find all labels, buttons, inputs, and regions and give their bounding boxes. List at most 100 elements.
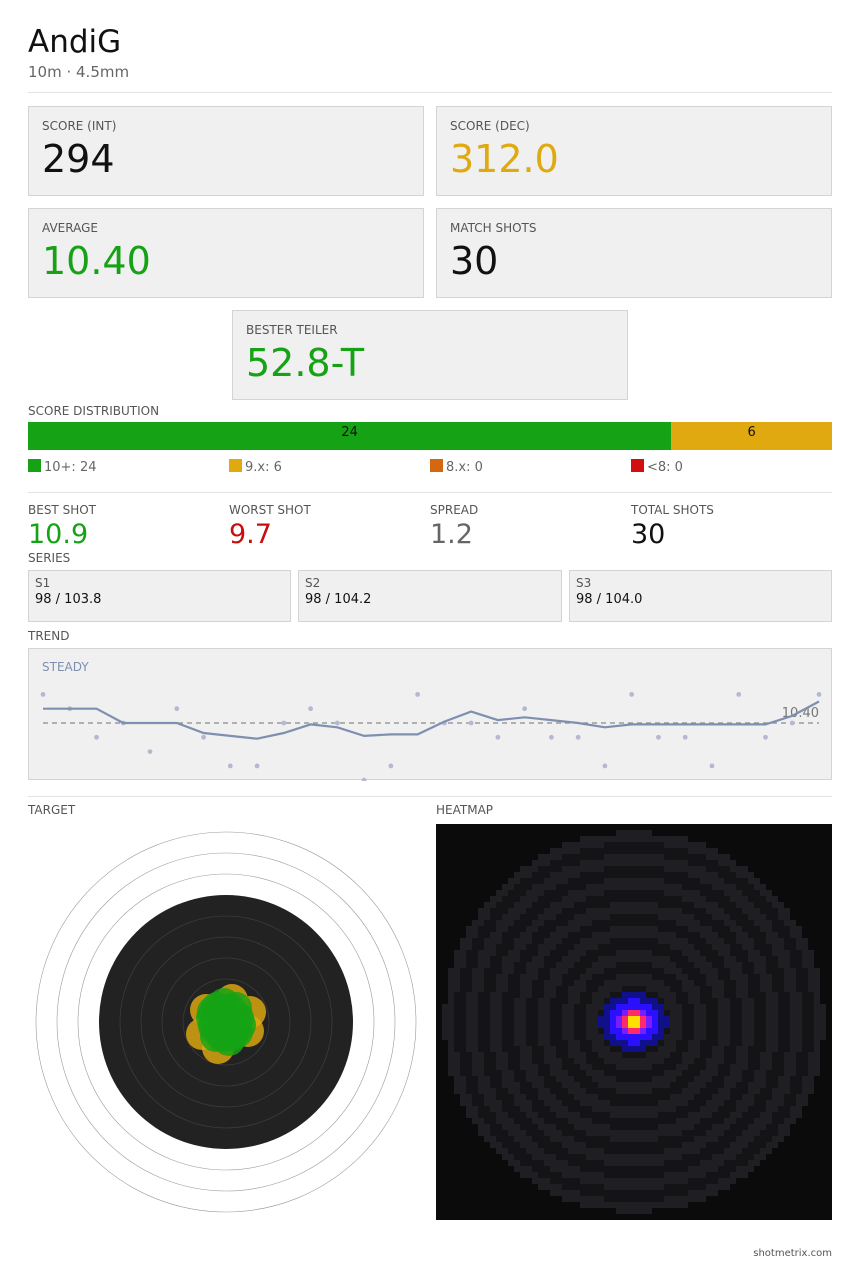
heatmap-cell [766, 956, 772, 962]
heatmap-cell [592, 1166, 598, 1172]
heatmap-cell [664, 932, 670, 938]
heatmap-cell [514, 1124, 520, 1130]
heatmap-cell [682, 1082, 688, 1088]
heatmap-cell [694, 1022, 700, 1028]
heatmap-cell [610, 1070, 616, 1076]
heatmap-cell [790, 950, 796, 956]
heatmap-cell [736, 1010, 742, 1016]
heatmap-cell [586, 1046, 592, 1052]
heatmap-cell [718, 1070, 724, 1076]
heatmap-cell [664, 884, 670, 890]
heatmap-cell [508, 920, 514, 926]
heatmap-cell [610, 836, 616, 842]
heatmap-cell [616, 1190, 622, 1196]
heatmap-cell [514, 1058, 520, 1064]
heatmap-cell [580, 1022, 586, 1028]
heatmap-cell [526, 926, 532, 932]
heatmap-cell [658, 1082, 664, 1088]
heatmap-cell [556, 1022, 562, 1028]
heatmap-cell [706, 878, 712, 884]
heatmap-cell [736, 1118, 742, 1124]
heatmap-cell [730, 884, 736, 890]
heatmap-cell [586, 1082, 592, 1088]
heatmap-cell [814, 1010, 820, 1016]
heatmap-cell [730, 1028, 736, 1034]
heatmap-cell [526, 1154, 532, 1160]
heatmap-cell [526, 1016, 532, 1022]
best-shot-label: BEST SHOT [28, 503, 96, 517]
heatmap-cell [730, 932, 736, 938]
heatmap-cell [586, 1004, 592, 1010]
heatmap-cell [610, 1082, 616, 1088]
heatmap-cell [682, 1136, 688, 1142]
heatmap-cell [634, 872, 640, 878]
heatmap-cell [622, 962, 628, 968]
heatmap-cell [538, 878, 544, 884]
heatmap-cell [616, 980, 622, 986]
heatmap-cell [796, 1094, 802, 1100]
heatmap-cell [676, 1016, 682, 1022]
heatmap-cell [652, 860, 658, 866]
heatmap-cell [724, 1112, 730, 1118]
heatmap-cell [766, 1022, 772, 1028]
trend-shot-point [308, 706, 313, 712]
heatmap-cell [700, 914, 706, 920]
heatmap-cell [562, 920, 568, 926]
heatmap-cell [574, 1070, 580, 1076]
heatmap-cell [700, 1130, 706, 1136]
heatmap-cell [586, 866, 592, 872]
heatmap-cell [724, 932, 730, 938]
heatmap-cell [706, 848, 712, 854]
heatmap-cell [706, 1058, 712, 1064]
heatmap-cell [526, 998, 532, 1004]
heatmap-cell [688, 854, 694, 860]
heatmap-cell [616, 890, 622, 896]
heatmap-cell [514, 1160, 520, 1166]
heatmap-cell [628, 974, 634, 980]
heatmap-cell [502, 1112, 508, 1118]
heatmap-cell [568, 968, 574, 974]
heatmap-cell [652, 962, 658, 968]
heatmap-cell [508, 878, 514, 884]
heatmap-cell [604, 1160, 610, 1166]
heatmap-cell [520, 1088, 526, 1094]
heatmap-cell [634, 854, 640, 860]
heatmap-cell [760, 950, 766, 956]
heatmap-cell [664, 1202, 670, 1208]
heatmap-cell [580, 1142, 586, 1148]
heatmap-cell [736, 1154, 742, 1160]
heatmap-cell [724, 1106, 730, 1112]
heatmap-cell [790, 956, 796, 962]
heatmap-cell [604, 1136, 610, 1142]
heatmap-cell [790, 1094, 796, 1100]
heatmap-cell [646, 932, 652, 938]
heatmap-cell [628, 914, 634, 920]
heatmap-cell [544, 1016, 550, 1022]
heatmap-cell [814, 1046, 820, 1052]
heatmap-cell [682, 926, 688, 932]
trend-shot-point [682, 734, 688, 740]
heatmap-cell [778, 956, 784, 962]
heatmap-cell [664, 974, 670, 980]
heatmap-cell [532, 902, 538, 908]
heatmap-cell [574, 848, 580, 854]
heatmap-cell [574, 980, 580, 986]
heatmap-cell [484, 1112, 490, 1118]
heatmap-cell [574, 1082, 580, 1088]
heatmap-cell [688, 956, 694, 962]
heatmap-cell [586, 1076, 592, 1082]
series-title: SERIES [28, 551, 71, 565]
heatmap-cell [706, 1124, 712, 1130]
heatmap-cell [796, 1106, 802, 1112]
heatmap-cell [466, 1064, 472, 1070]
heatmap-cell [706, 1154, 712, 1160]
heatmap-cell [616, 1154, 622, 1160]
heatmap-cell [496, 920, 502, 926]
heatmap-cell [466, 1094, 472, 1100]
heatmap-cell [742, 866, 748, 872]
heatmap-cell [610, 1172, 616, 1178]
heatmap-cell [586, 1202, 592, 1208]
heatmap-cell [598, 1112, 604, 1118]
heatmap-cell [676, 1124, 682, 1130]
heatmap-cell [532, 1052, 538, 1058]
